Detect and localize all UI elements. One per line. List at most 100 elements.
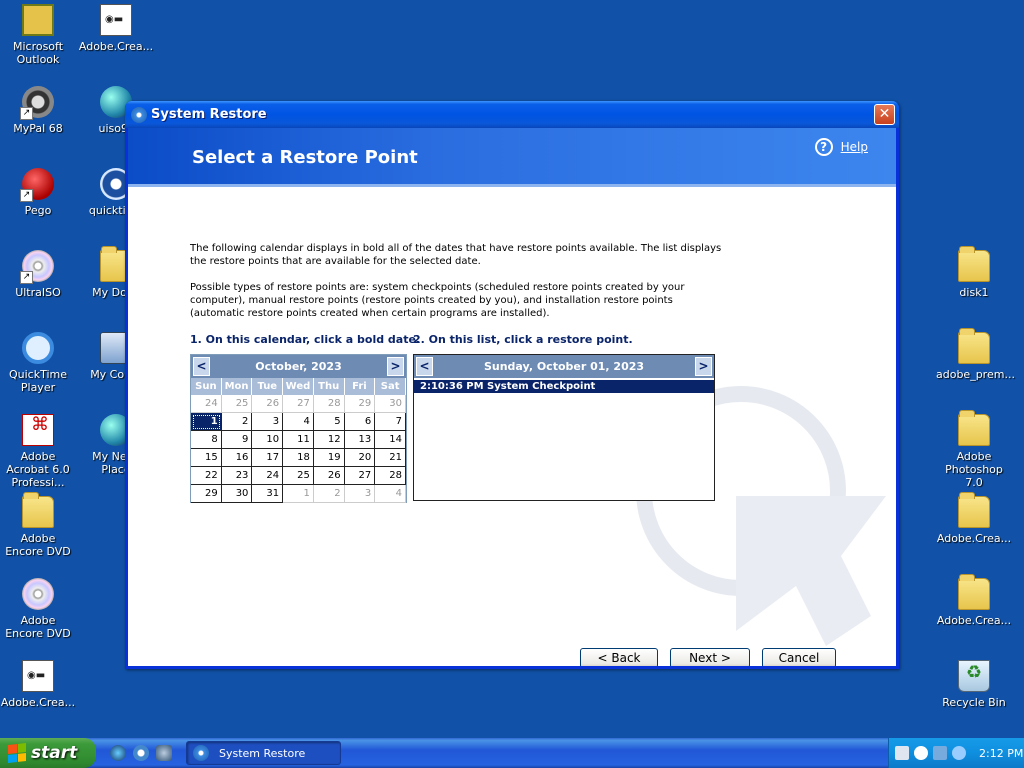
calendar-day[interactable]: 14 — [375, 431, 406, 449]
document-icon — [22, 660, 54, 692]
calendar-day[interactable]: 27 — [344, 467, 376, 485]
desktop-icon-adobe-crea[interactable]: Adobe.Crea... — [0, 660, 76, 709]
calendar-day[interactable]: 24 — [252, 467, 284, 485]
calendar-day[interactable]: 16 — [221, 449, 253, 467]
window-title: System Restore — [151, 107, 267, 122]
calendar-day[interactable]: 13 — [344, 431, 376, 449]
desktop-icon-recycle-bin[interactable]: Recycle Bin — [936, 660, 1012, 709]
calendar-day[interactable]: 28 — [375, 467, 406, 485]
calendar-day[interactable]: 30 — [375, 395, 406, 413]
back-button[interactable]: < Back — [580, 648, 658, 666]
calendar-day[interactable]: 22 — [191, 467, 222, 485]
calendar-day[interactable]: 23 — [221, 467, 253, 485]
calendar-day[interactable]: 29 — [191, 485, 222, 503]
calendar-day[interactable]: 2 — [313, 485, 345, 503]
desktop-icon-label: Microsoft Outlook — [12, 40, 64, 66]
window-titlebar[interactable]: System Restore ✕ — [125, 101, 899, 128]
cancel-button[interactable]: Cancel — [762, 648, 836, 666]
weekday-header: Fri — [344, 378, 376, 395]
desktop-icon-pego[interactable]: Pego — [0, 168, 76, 217]
desktop-icon-adobe-crea-3[interactable]: Adobe.Crea... — [936, 492, 1012, 545]
calendar-day[interactable]: 31 — [252, 485, 284, 503]
calendar-day[interactable]: 7 — [375, 413, 406, 431]
next-button[interactable]: Next > — [670, 648, 750, 666]
help-link[interactable]: Help — [841, 140, 868, 154]
desktop-icon-adobe-crea-4[interactable]: Adobe.Crea... — [936, 574, 1012, 627]
desktop-icon-quicktime-player[interactable]: QuickTime Player — [0, 332, 76, 394]
calendar-day[interactable]: 4 — [283, 413, 314, 431]
close-icon: ✕ — [878, 106, 891, 122]
calendar-day[interactable]: 25 — [221, 395, 253, 413]
calendar-day[interactable]: 20 — [344, 449, 376, 467]
calendar-day[interactable]: 29 — [344, 395, 376, 413]
calendar-day[interactable]: 5 — [313, 413, 345, 431]
calendar-day[interactable]: 12 — [313, 431, 345, 449]
start-button[interactable]: start — [0, 738, 96, 768]
calendar-day[interactable]: 30 — [221, 485, 253, 503]
calendar-day[interactable]: 10 — [252, 431, 284, 449]
calendar-day[interactable]: 9 — [221, 431, 253, 449]
calendar-day[interactable]: 8 — [191, 431, 222, 449]
restore-point-item[interactable]: 2:10:36 PM System Checkpoint — [414, 380, 714, 393]
desktop-icon-encore-disc[interactable]: Adobe Encore DVD — [0, 578, 76, 640]
calendar-day[interactable]: 4 — [375, 485, 406, 503]
calendar-day[interactable]: 21 — [375, 449, 406, 467]
calendar-day[interactable]: 28 — [313, 395, 345, 413]
calendar-day[interactable]: 3 — [344, 485, 376, 503]
calendar-day[interactable]: 19 — [313, 449, 345, 467]
calendar-day[interactable]: 18 — [283, 449, 314, 467]
list-prev-button[interactable]: < — [416, 357, 433, 376]
help-area: ? Help — [814, 138, 868, 156]
tray-expand-icon[interactable] — [914, 746, 928, 760]
search-icon[interactable] — [133, 745, 149, 761]
desktop-icon-encore-folder[interactable]: Adobe Encore DVD — [0, 492, 76, 558]
desktop-icon-label: Recycle Bin — [942, 696, 1006, 709]
system-restore-icon — [131, 106, 147, 123]
calendar-next-button[interactable]: > — [386, 357, 404, 376]
network-status-icon[interactable] — [933, 746, 947, 760]
calendar-day[interactable]: 26 — [313, 467, 345, 485]
calendar-day[interactable]: 15 — [191, 449, 222, 467]
mypal-icon — [20, 86, 54, 120]
desktop-icon-label: UltraISO — [15, 286, 61, 299]
desktop-icon-adobe-crea-2[interactable]: Adobe.Crea... — [78, 4, 154, 53]
desktop-icon-label: Adobe Encore DVD — [5, 614, 71, 640]
calendar-day[interactable]: 25 — [283, 467, 314, 485]
disc-icon — [20, 250, 54, 284]
document-icon — [100, 4, 132, 36]
desktop-icon-label: Adobe.Crea... — [78, 40, 154, 53]
calendar-day[interactable]: 6 — [344, 413, 376, 431]
desktop-icon-disk1[interactable]: disk1 — [936, 246, 1012, 299]
list-next-button[interactable]: > — [694, 357, 712, 376]
start-label: start — [31, 743, 78, 763]
pego-icon — [20, 168, 54, 202]
desktop-icon-outlook[interactable]: Microsoft Outlook — [0, 4, 76, 66]
calendar-day[interactable]: 1 — [283, 485, 314, 503]
desktop-icon-mypal[interactable]: MyPal 68 — [0, 86, 76, 135]
desktop-icon-acrobat[interactable]: Adobe Acrobat 6.0 Professi... — [0, 414, 76, 489]
calendar-day[interactable]: 27 — [283, 395, 314, 413]
help-icon[interactable]: ? — [814, 138, 833, 156]
folder-icon — [958, 246, 990, 282]
calendar-day[interactable]: 1 — [191, 413, 222, 431]
show-desktop-icon[interactable] — [156, 745, 172, 761]
recycle-bin-icon — [958, 660, 990, 692]
calendar: < October, 2023 > Sun Mon Tue Wed Thu Fri Sat 2… — [190, 354, 407, 503]
close-button[interactable]: ✕ — [874, 104, 895, 125]
desktop-icon-label: MyPal 68 — [13, 122, 63, 135]
calendar-day[interactable]: 17 — [252, 449, 284, 467]
calendar-day[interactable]: 24 — [191, 395, 222, 413]
desktop-icon-adobe-prem[interactable]: adobe_prem... — [936, 328, 1015, 381]
keyboard-icon[interactable] — [895, 746, 909, 760]
calendar-day[interactable]: 3 — [252, 413, 284, 431]
taskbar-item-system-restore[interactable]: System Restore — [186, 741, 341, 765]
calendar-prev-button[interactable]: < — [193, 357, 210, 376]
calendar-day[interactable]: 2 — [221, 413, 253, 431]
internet-explorer-icon[interactable] — [110, 745, 126, 761]
desktop-icon-ultraiso[interactable]: UltraISO — [0, 250, 76, 299]
volume-icon[interactable] — [952, 746, 966, 760]
calendar-day[interactable]: 11 — [283, 431, 314, 449]
desktop-icon-photoshop[interactable]: Adobe Photoshop 7.0 — [936, 410, 1012, 489]
intro-text: The following calendar displays in bold … — [190, 243, 722, 267]
calendar-day[interactable]: 26 — [252, 395, 284, 413]
